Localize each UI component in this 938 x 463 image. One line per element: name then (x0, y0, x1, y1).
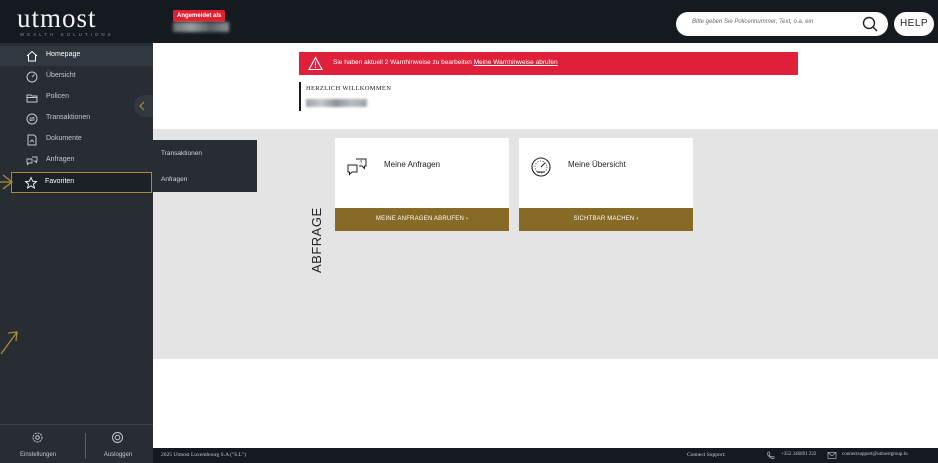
support-phone[interactable]: +352 346891 222 (781, 452, 816, 457)
login-badge: Angemeldet als (173, 10, 226, 22)
sidebar-item-favoriten[interactable]: Favoriten (11, 172, 152, 193)
gear-icon (32, 432, 43, 443)
search-input[interactable]: Bitte geben Sie Policennummer, Text, o.a… (692, 19, 813, 25)
warning-icon (308, 56, 323, 71)
support-label: Connect Support: (687, 452, 726, 458)
inquiry-icon (26, 156, 38, 166)
footer-bar: 2025 Utmost Luxembourg S.A ("S.L") Conne… (153, 448, 938, 463)
logo-tagline: WEALTH SOLUTIONS (20, 32, 114, 37)
gauge-icon (531, 157, 551, 177)
card-meine-anfragen: ? Meine Anfragen MEINE ANFRAGEN ABRUFEN … (335, 138, 509, 231)
sidebar-item-transaktionen[interactable]: Transaktionen (0, 109, 153, 129)
sidebar-item-label: Transaktionen (46, 114, 91, 121)
sidebar-item-homepage[interactable]: Homepage (0, 46, 153, 66)
sidebar-item-label: Policen (46, 93, 69, 100)
utmost-logo[interactable]: utmost (17, 5, 97, 32)
alert-text: Sie haben aktuell 2 Warnhinweise zu bear… (333, 59, 558, 66)
card-title: Meine Anfragen (384, 160, 441, 169)
sidebar-item-label: Favoriten (45, 178, 75, 185)
search-bar[interactable]: Bitte geben Sie Policennummer, Text, o.a… (676, 12, 888, 36)
support-email[interactable]: connectsupport@utmostgroup.lu (842, 452, 908, 457)
sichtbar-machen-button[interactable]: SICHTBAR MACHEN › (519, 208, 693, 231)
main-content: Sie haben aktuell 2 Warnhinweise zu bear… (153, 43, 938, 448)
top-bar: utmost WEALTH SOLUTIONS Angemeldet als B… (0, 0, 938, 43)
inquiry-icon: ? (347, 158, 367, 176)
flyout-item-anfragen[interactable]: Anfragen (161, 176, 187, 183)
phone-icon (767, 451, 775, 459)
warning-alert[interactable]: Sie haben aktuell 2 Warnhinweise zu bear… (299, 52, 798, 75)
card-title: Meine Übersicht (568, 160, 626, 169)
exchange-icon (26, 113, 38, 125)
sidebar-item-uebersicht[interactable]: Übersicht (0, 67, 153, 87)
sidebar-item-label: Homepage (46, 51, 81, 58)
alert-link[interactable]: Meine Warnhinweise abrufen (474, 59, 558, 66)
username-redacted (306, 99, 367, 107)
welcome-title: HERZLICH WILLKOMMEN (306, 85, 392, 92)
meine-anfragen-abrufen-button[interactable]: MEINE ANFRAGEN ABRUFEN › (335, 208, 509, 231)
sidebar-footer: Einstellungen Ausloggen (0, 424, 153, 463)
folder-icon (26, 94, 38, 103)
document-icon (27, 134, 37, 146)
favorites-flyout-menu: Transaktionen Anfragen (153, 140, 257, 192)
gauge-icon (26, 71, 38, 83)
svg-text:?: ? (360, 161, 363, 167)
mail-icon (827, 452, 837, 459)
logout-label: Ausloggen (103, 452, 133, 458)
alert-message: Sie haben aktuell 2 Warnhinweise zu bear… (333, 59, 472, 66)
welcome-block: HERZLICH WILLKOMMEN (299, 82, 391, 111)
copyright-text: 2025 Utmost Luxembourg S.A ("S.L") (161, 452, 247, 458)
star-icon (24, 176, 38, 189)
logout-button[interactable]: Ausloggen (80, 425, 156, 463)
power-icon (112, 432, 123, 443)
search-icon[interactable] (860, 14, 880, 34)
sidebar-item-label: Dokumente (46, 135, 82, 142)
sidebar-item-policen[interactable]: Policen (0, 88, 153, 108)
sidebar-item-label: Übersicht (46, 72, 76, 79)
sidebar-item-dokumente[interactable]: Dokumente (0, 130, 153, 150)
settings-button[interactable]: Einstellungen (0, 425, 76, 463)
settings-label: Einstellungen (19, 452, 57, 458)
sidebar-item-anfragen[interactable]: Anfragen (0, 151, 153, 171)
home-icon (26, 50, 38, 62)
sidebar-item-label: Anfragen (46, 156, 75, 163)
username-redacted (173, 22, 229, 32)
help-button[interactable]: HELP (894, 12, 934, 36)
dashboard-section: ABFRAGE ? Meine Anfragen MEINE ANFRAGEN … (153, 129, 938, 359)
sidebar: Homepage Übersicht Policen Transaktionen… (0, 43, 153, 463)
section-label: ABFRAGE (309, 207, 324, 273)
flyout-item-transaktionen[interactable]: Transaktionen (161, 150, 202, 157)
card-meine-uebersicht: Meine Übersicht SICHTBAR MACHEN › (519, 138, 693, 231)
